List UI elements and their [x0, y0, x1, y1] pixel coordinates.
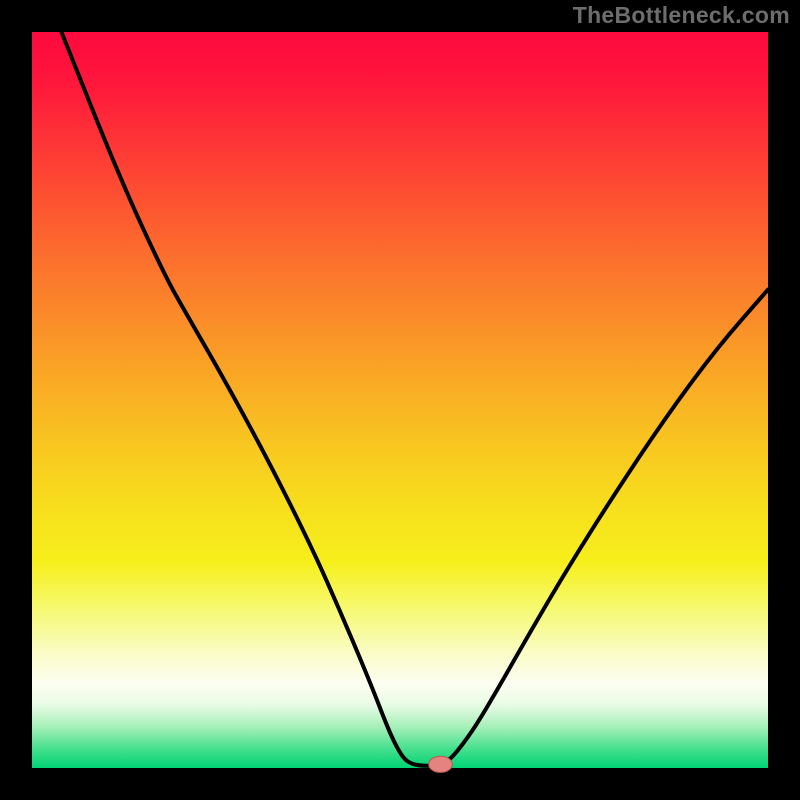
plot-background [32, 32, 768, 768]
bottleneck-curve-chart [0, 0, 800, 800]
chart-frame: TheBottleneck.com [0, 0, 800, 800]
optimum-marker [429, 756, 453, 772]
